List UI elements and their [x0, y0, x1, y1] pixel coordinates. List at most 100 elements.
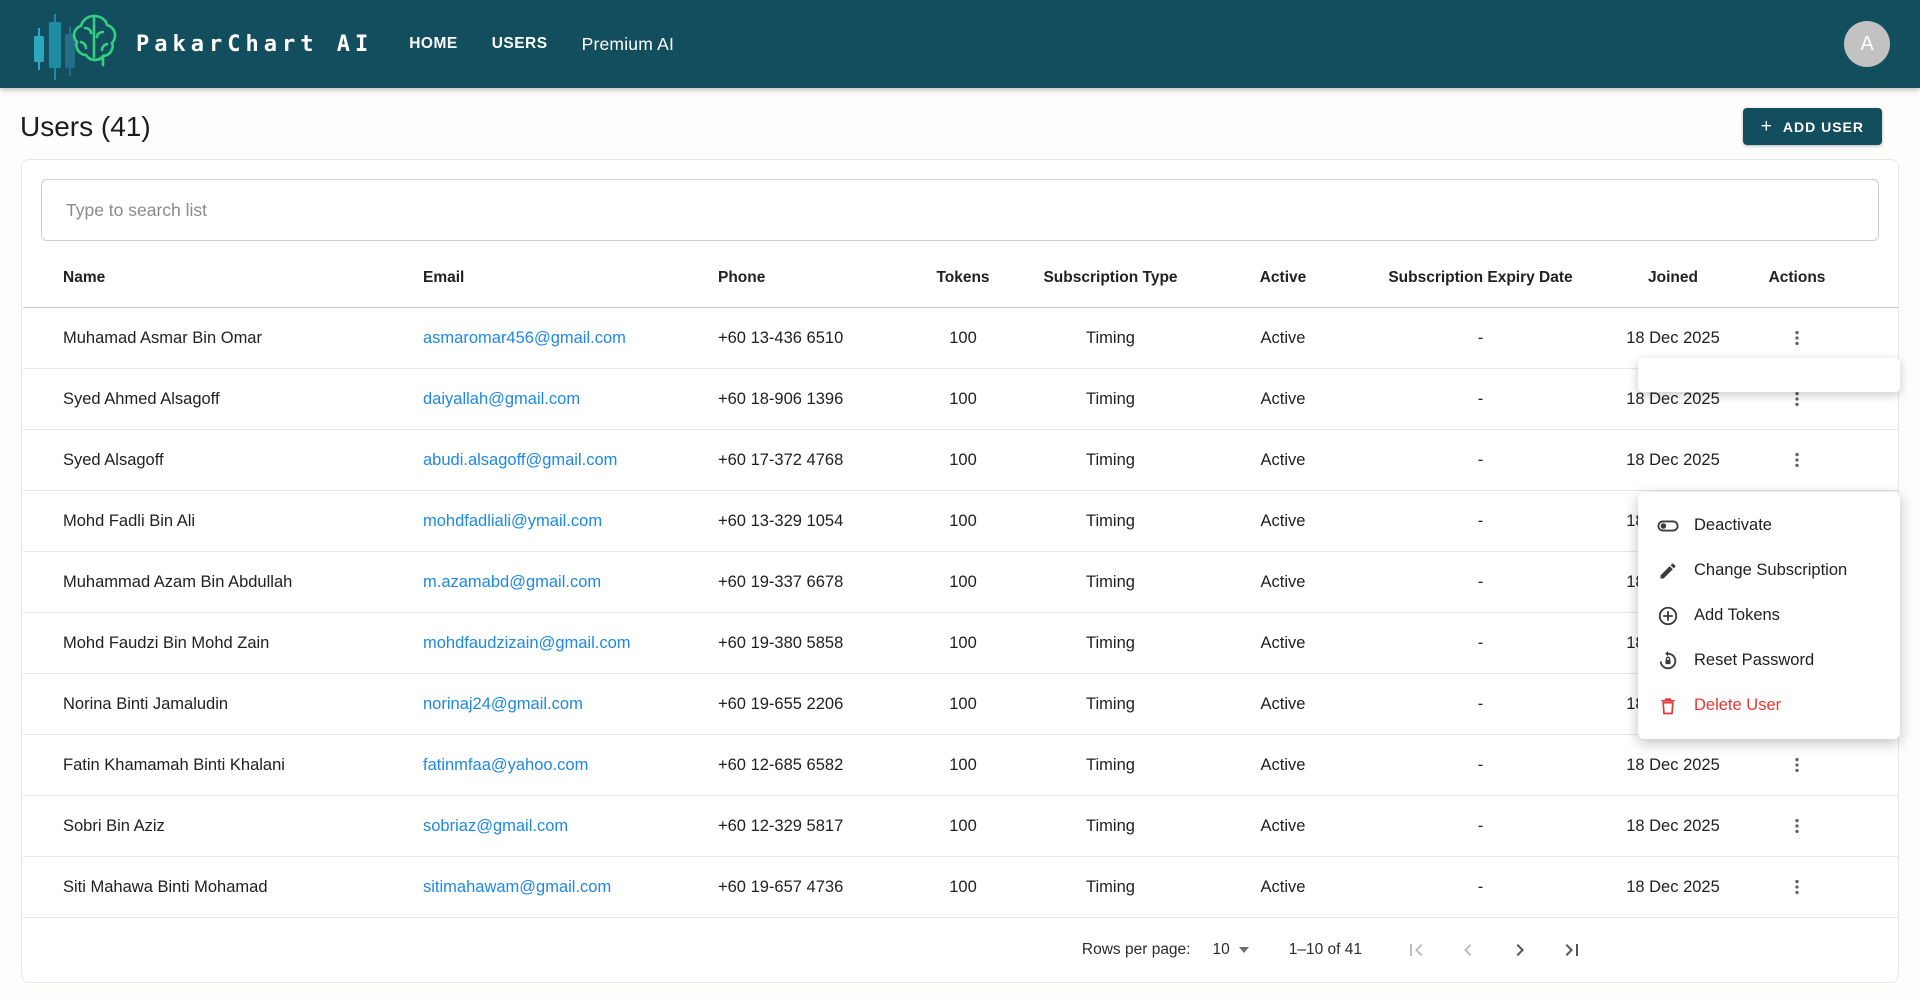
app-logo: PakarChart AI [30, 0, 373, 88]
cell-name: Sobri Bin Aziz [23, 796, 383, 857]
add-circle-icon [1657, 605, 1679, 627]
row-actions-menu: Deactivate Change Subscription Add Token… [1638, 492, 1900, 739]
chevron-right-icon [1508, 938, 1532, 962]
last-page-icon [1560, 938, 1584, 962]
cell-active: Active [1208, 552, 1358, 613]
users-card: Name Email Phone Tokens Subscription Typ… [21, 159, 1899, 983]
cell-phone: +60 12-329 5817 [663, 796, 913, 857]
cell-tokens: 100 [913, 430, 1013, 491]
menu-item-label: Delete User [1694, 696, 1781, 715]
cell-tokens: 100 [913, 308, 1013, 369]
cell-email: mohdfadliali@ymail.com [383, 491, 663, 552]
email-link[interactable]: daiyallah@gmail.com [423, 390, 580, 408]
email-link[interactable]: asmaromar456@gmail.com [423, 329, 626, 347]
cell-active: Active [1208, 491, 1358, 552]
cell-subscription-type: Timing [1013, 857, 1208, 918]
email-link[interactable]: m.azamabd@gmail.com [423, 573, 601, 591]
table-row: Mohd Faudzi Bin Mohd Zain mohdfaudzizain… [23, 613, 1898, 674]
title-row: Users (41) + ADD USER [0, 88, 1920, 159]
menu-item-add-tokens[interactable]: Add Tokens [1638, 593, 1900, 638]
chevron-left-icon [1456, 938, 1480, 962]
table-row: Fatin Khamamah Binti Khalani fatinmfaa@y… [23, 735, 1898, 796]
first-page-button [1394, 928, 1438, 972]
kebab-menu-icon [1787, 328, 1807, 348]
cell-expiry: - [1358, 552, 1603, 613]
menu-item-change-subscription[interactable]: Change Subscription [1638, 548, 1900, 593]
menu-item-label: Reset Password [1694, 651, 1814, 670]
table-header-row: Name Email Phone Tokens Subscription Typ… [23, 255, 1898, 308]
cell-subscription-type: Timing [1013, 552, 1208, 613]
nav-link-users[interactable]: USERS [492, 35, 548, 53]
cell-active: Active [1208, 613, 1358, 674]
col-header-expiry: Subscription Expiry Date [1358, 255, 1603, 308]
cell-name: Fatin Khamamah Binti Khalani [23, 735, 383, 796]
cell-email: mohdfaudzizain@gmail.com [383, 613, 663, 674]
cell-phone: +60 12-685 6582 [663, 735, 913, 796]
lock-reset-icon [1657, 650, 1679, 672]
toggle-off-icon [1657, 515, 1679, 537]
email-link[interactable]: sitimahawam@gmail.com [423, 878, 611, 896]
table-row: Mohd Fadli Bin Ali mohdfadliali@ymail.co… [23, 491, 1898, 552]
cell-tokens: 100 [913, 552, 1013, 613]
cell-phone: +60 19-657 4736 [663, 857, 913, 918]
add-user-button[interactable]: + ADD USER [1743, 108, 1882, 145]
add-user-label: ADD USER [1783, 119, 1864, 135]
kebab-menu-icon [1787, 877, 1807, 897]
nav-link-home[interactable]: HOME [409, 35, 458, 53]
cell-expiry: - [1358, 735, 1603, 796]
menu-item-delete-user[interactable]: Delete User [1638, 683, 1900, 728]
menu-item-reset-password[interactable]: Reset Password [1638, 638, 1900, 683]
cell-active: Active [1208, 796, 1358, 857]
col-header-joined: Joined [1603, 255, 1743, 308]
cell-expiry: - [1358, 491, 1603, 552]
cell-name: Syed Ahmed Alsagoff [23, 369, 383, 430]
main-nav: HOME USERS Premium AI [409, 34, 674, 55]
pagination-range: 1–10 of 41 [1289, 941, 1362, 959]
cell-subscription-type: Timing [1013, 308, 1208, 369]
brand-name: PakarChart AI [136, 32, 373, 57]
row-actions-button[interactable] [1781, 322, 1813, 354]
cell-subscription-type: Timing [1013, 613, 1208, 674]
candlestick-brain-logo-icon [30, 4, 122, 84]
email-link[interactable]: mohdfaudzizain@gmail.com [423, 634, 631, 652]
cell-name: Muhamad Asmar Bin Omar [23, 308, 383, 369]
row-actions-button[interactable] [1781, 444, 1813, 476]
cell-email: m.azamabd@gmail.com [383, 552, 663, 613]
email-link[interactable]: sobriaz@gmail.com [423, 817, 568, 835]
table-row: Sobri Bin Aziz sobriaz@gmail.com +60 12-… [23, 796, 1898, 857]
nav-link-premium-ai[interactable]: Premium AI [582, 34, 674, 55]
email-link[interactable]: mohdfadliali@ymail.com [423, 512, 602, 530]
pencil-icon [1657, 560, 1679, 582]
search-input[interactable] [41, 179, 1879, 241]
email-link[interactable]: norinaj24@gmail.com [423, 695, 583, 713]
cell-active: Active [1208, 369, 1358, 430]
cell-email: norinaj24@gmail.com [383, 674, 663, 735]
last-page-button[interactable] [1550, 928, 1594, 972]
cell-phone: +60 17-372 4768 [663, 430, 913, 491]
col-header-subscription-type: Subscription Type [1013, 255, 1208, 308]
cell-joined: 18 Dec 2025 [1603, 796, 1743, 857]
cell-name: Norina Binti Jamaludin [23, 674, 383, 735]
cell-active: Active [1208, 735, 1358, 796]
row-actions-button[interactable] [1781, 749, 1813, 781]
next-page-button[interactable] [1498, 928, 1542, 972]
cell-expiry: - [1358, 613, 1603, 674]
pagination-bar: Rows per page: 10 1–10 of 41 [22, 918, 1898, 982]
avatar[interactable]: A [1844, 21, 1890, 67]
row-actions-button[interactable] [1781, 810, 1813, 842]
trash-icon [1657, 695, 1679, 717]
menu-item-deactivate[interactable]: Deactivate [1638, 503, 1900, 548]
cell-name: Muhammad Azam Bin Abdullah [23, 552, 383, 613]
col-header-tokens: Tokens [913, 255, 1013, 308]
email-link[interactable]: abudi.alsagoff@gmail.com [423, 451, 617, 469]
cell-active: Active [1208, 674, 1358, 735]
cell-subscription-type: Timing [1013, 369, 1208, 430]
cell-tokens: 100 [913, 491, 1013, 552]
email-link[interactable]: fatinmfaa@yahoo.com [423, 756, 588, 774]
cell-subscription-type: Timing [1013, 491, 1208, 552]
col-header-actions: Actions [1743, 255, 1898, 308]
row-actions-button[interactable] [1781, 871, 1813, 903]
cell-subscription-type: Timing [1013, 674, 1208, 735]
cell-phone: +60 13-436 6510 [663, 308, 913, 369]
rows-per-page-select[interactable]: 10 [1212, 941, 1248, 959]
